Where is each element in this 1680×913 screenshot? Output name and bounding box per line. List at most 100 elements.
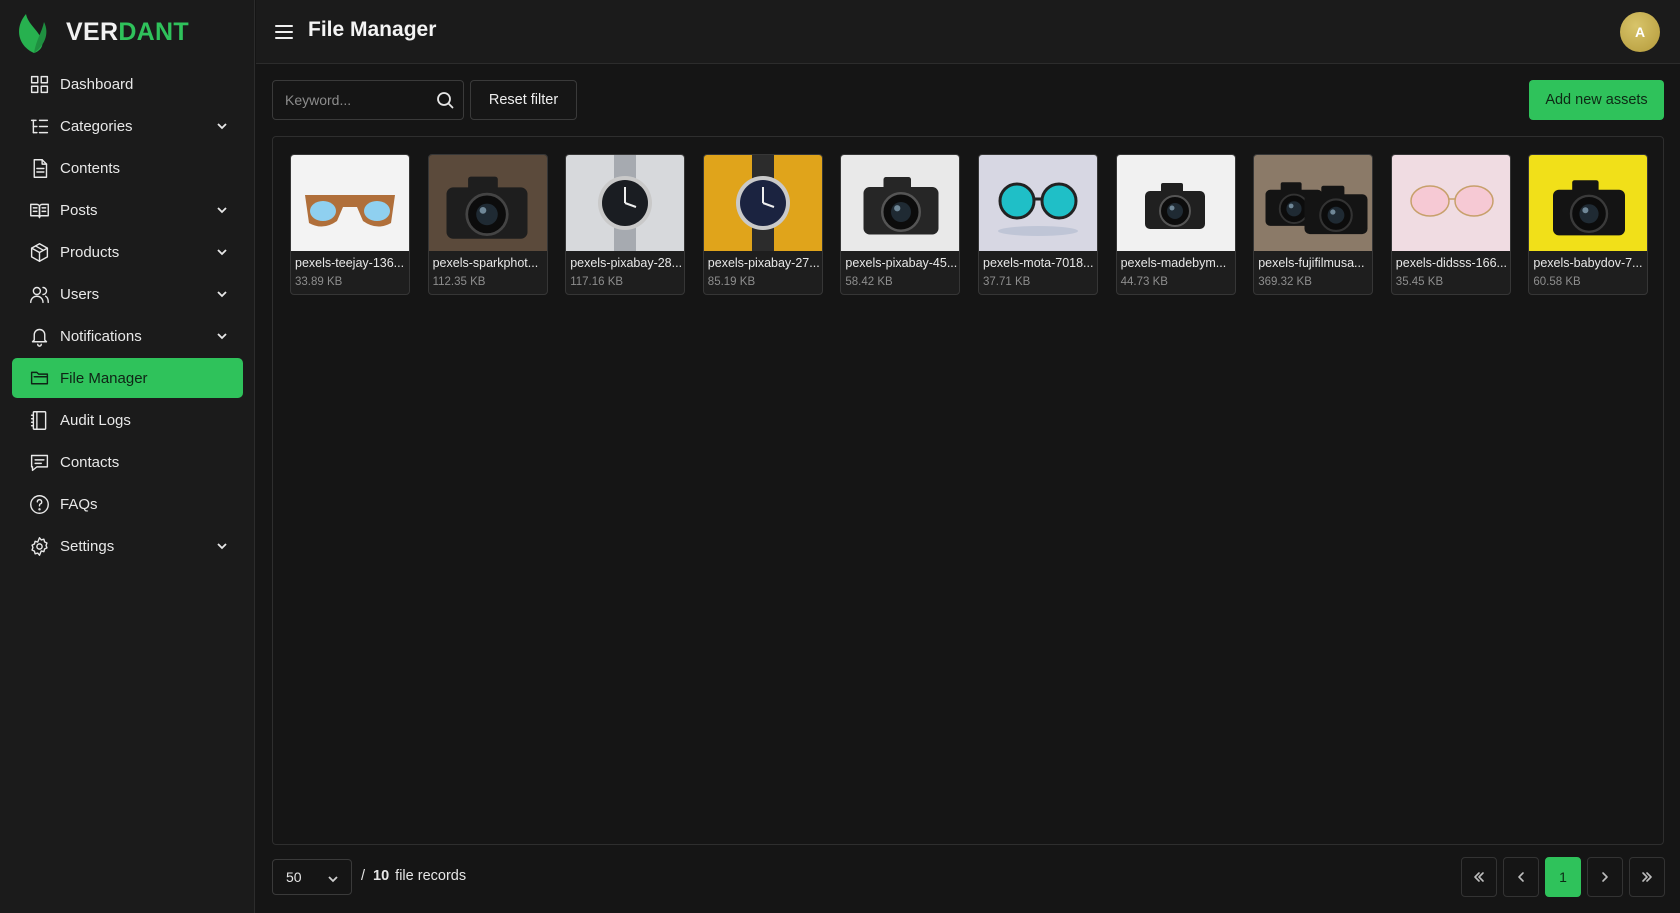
chevron-down-icon bbox=[215, 119, 229, 133]
chevron-down-icon bbox=[215, 539, 229, 553]
sidebar: VERDANT Dashboard Categories Contents Posts… bbox=[0, 0, 255, 913]
file-grid-panel: pexels-teejay-136... 33.89 KB pexels-spar… bbox=[272, 136, 1664, 845]
brand-name: VERDANT bbox=[66, 17, 189, 46]
sidebar-item-settings[interactable]: Settings bbox=[12, 526, 243, 566]
brand-logo[interactable]: VERDANT bbox=[16, 10, 189, 54]
sidebar-item-contents[interactable]: Contents bbox=[12, 148, 243, 188]
sidebar-item-posts[interactable]: Posts bbox=[12, 190, 243, 230]
file-card[interactable]: pexels-teejay-136... 33.89 KB bbox=[290, 154, 410, 295]
records-label: file records bbox=[395, 868, 467, 884]
sidebar-item-notifications[interactable]: Notifications bbox=[12, 316, 243, 356]
chevron-down-icon bbox=[215, 245, 229, 259]
first-page-button[interactable] bbox=[1461, 857, 1497, 897]
question-circle-icon bbox=[28, 493, 50, 515]
sidebar-item-label: Settings bbox=[60, 537, 115, 555]
file-card[interactable]: pexels-pixabay-27... 85.19 KB bbox=[702, 154, 823, 295]
folders-icon bbox=[28, 367, 50, 389]
users-icon bbox=[28, 283, 50, 305]
file-size: 35.45 KB bbox=[1395, 276, 1444, 288]
sidebar-item-label: Audit Logs bbox=[60, 411, 131, 429]
add-new-assets-button[interactable]: Add new assets bbox=[1529, 80, 1664, 120]
sidebar-item-label: Posts bbox=[60, 201, 98, 219]
last-page-button[interactable] bbox=[1629, 857, 1665, 897]
sidebar-item-faqs[interactable]: FAQs bbox=[12, 484, 243, 524]
document-icon bbox=[28, 157, 50, 179]
file-card[interactable]: pexels-fujifilmusa... 369.32 KB bbox=[1253, 154, 1374, 295]
sidebar-nav: Dashboard Categories Contents Posts Products… bbox=[12, 64, 243, 568]
file-name: pexels-babydov-7... bbox=[1533, 256, 1643, 270]
file-thumbnail bbox=[703, 155, 822, 251]
notebook-icon bbox=[28, 409, 50, 431]
file-card[interactable]: pexels-didsss-166... 35.45 KB bbox=[1390, 154, 1511, 295]
records-separator: / bbox=[361, 868, 366, 884]
file-thumbnail bbox=[841, 155, 960, 251]
sidebar-item-file-manager[interactable]: File Manager bbox=[12, 358, 243, 398]
user-avatar[interactable]: A bbox=[1620, 12, 1660, 52]
file-name: pexels-pixabay-27... bbox=[707, 256, 820, 270]
sidebar-item-dashboard[interactable]: Dashboard bbox=[12, 64, 243, 104]
sidebar-item-label: Categories bbox=[60, 117, 133, 135]
file-size: 117.16 KB bbox=[570, 276, 624, 288]
file-thumbnail bbox=[979, 155, 1097, 251]
sidebar-item-users[interactable]: Users bbox=[12, 274, 243, 314]
file-card[interactable]: pexels-pixabay-28... 117.16 KB bbox=[565, 154, 686, 295]
page-number-button[interactable]: 1 bbox=[1545, 857, 1581, 897]
file-thumbnail bbox=[1254, 155, 1373, 251]
file-size: 33.89 KB bbox=[295, 276, 343, 288]
file-size: 60.58 KB bbox=[1533, 276, 1581, 288]
double-chevron-right-icon bbox=[1642, 872, 1652, 882]
file-thumbnail bbox=[1116, 155, 1235, 251]
page-title: File Manager bbox=[308, 18, 437, 41]
file-thumbnail bbox=[1391, 155, 1510, 251]
chevron-down-icon bbox=[215, 203, 229, 217]
sidebar-item-label: Contents bbox=[60, 159, 121, 177]
file-size: 85.19 KB bbox=[707, 276, 756, 288]
file-name: pexels-teejay-136... bbox=[295, 256, 405, 270]
per-page-select[interactable]: 50 bbox=[272, 859, 352, 895]
file-name: pexels-sparkphot... bbox=[432, 256, 539, 270]
sidebar-item-label: FAQs bbox=[60, 495, 98, 513]
file-card[interactable]: pexels-madebym... 44.73 KB bbox=[1115, 154, 1236, 295]
sidebar-item-categories[interactable]: Categories bbox=[12, 106, 243, 146]
file-size: 369.32 KB bbox=[1258, 276, 1312, 288]
prev-page-button[interactable] bbox=[1503, 857, 1539, 897]
file-name: pexels-mota-7018... bbox=[983, 256, 1094, 270]
chevron-left-icon bbox=[1518, 872, 1524, 882]
file-card[interactable]: pexels-babydov-7... 60.58 KB bbox=[1528, 154, 1649, 295]
sidebar-item-audit-logs[interactable]: Audit Logs bbox=[12, 400, 243, 440]
open-book-icon bbox=[28, 199, 50, 221]
next-page-button[interactable] bbox=[1587, 857, 1623, 897]
search-input[interactable] bbox=[273, 81, 433, 119]
file-thumbnail bbox=[291, 155, 409, 251]
search-icon[interactable] bbox=[436, 91, 454, 109]
file-size: 37.71 KB bbox=[983, 276, 1031, 288]
records-summary: / 10 file records bbox=[361, 868, 466, 884]
app-root: VERDANT Dashboard Categories Contents Posts… bbox=[0, 0, 1680, 913]
sidebar-item-label: File Manager bbox=[60, 369, 148, 387]
file-thumbnail bbox=[428, 155, 547, 251]
records-total: 10 bbox=[373, 868, 390, 884]
sidebar-item-label: Dashboard bbox=[60, 75, 134, 93]
chat-icon bbox=[28, 451, 50, 473]
grid-icon bbox=[28, 73, 50, 95]
sidebar-item-label: Users bbox=[60, 285, 100, 303]
file-thumbnail bbox=[566, 155, 685, 251]
chevron-down-icon bbox=[215, 329, 229, 343]
sidebar-item-label: Notifications bbox=[60, 327, 142, 345]
file-card[interactable]: pexels-pixabay-45... 58.42 KB bbox=[840, 154, 961, 295]
file-name: pexels-pixabay-28... bbox=[570, 256, 683, 270]
file-name: pexels-madebym... bbox=[1120, 256, 1227, 270]
hamburger-icon bbox=[275, 25, 293, 39]
sidebar-item-products[interactable]: Products bbox=[12, 232, 243, 272]
reset-filter-button[interactable]: Reset filter bbox=[470, 80, 577, 120]
file-card[interactable]: pexels-mota-7018... 37.71 KB bbox=[978, 154, 1098, 295]
leaf-logo-icon bbox=[19, 14, 47, 53]
file-size: 44.73 KB bbox=[1120, 276, 1168, 288]
sidebar-item-contacts[interactable]: Contacts bbox=[12, 442, 243, 482]
menu-toggle-button[interactable] bbox=[272, 20, 296, 44]
bell-icon bbox=[28, 325, 50, 347]
file-size: 58.42 KB bbox=[845, 276, 893, 288]
file-size: 112.35 KB bbox=[432, 276, 486, 288]
file-card[interactable]: pexels-sparkphot... 112.35 KB bbox=[427, 154, 548, 295]
search-box bbox=[272, 80, 464, 120]
